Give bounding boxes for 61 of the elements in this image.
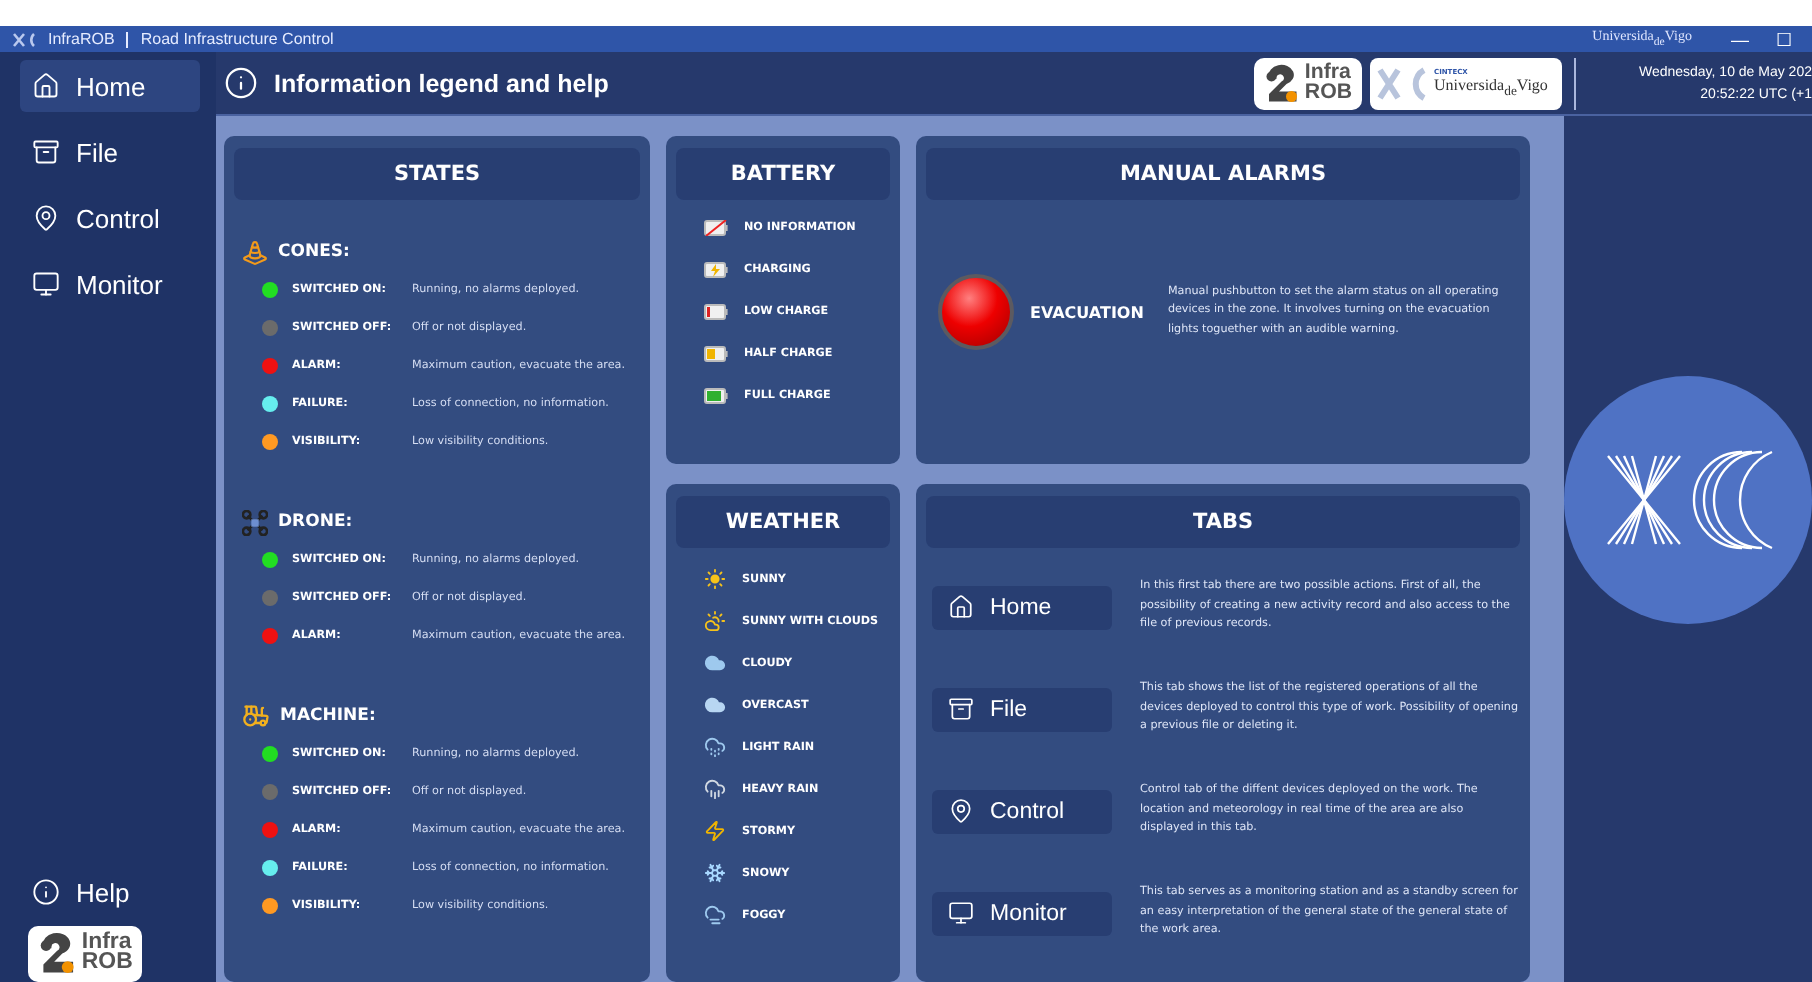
app-subtitle: Road Infrastructure Control — [140, 30, 334, 48]
circle-logo-icon — [1564, 375, 1812, 623]
group-title: CONES: — [278, 242, 350, 262]
rain-cloud-icon — [704, 736, 726, 758]
card-title: STATES — [234, 148, 640, 200]
maximize-button[interactable]: ☐ — [1768, 29, 1800, 49]
sidebar-item[interactable]: Home — [20, 60, 200, 112]
house-icon — [32, 72, 60, 100]
logo-mark-icon — [1263, 63, 1299, 103]
help-item[interactable]: Help — [20, 866, 200, 919]
battery-icon — [704, 219, 728, 235]
info-icon — [224, 66, 258, 100]
archive-icon — [948, 696, 974, 722]
fog-cloud-icon — [704, 904, 726, 926]
monitor-icon — [32, 270, 60, 298]
logo-mark-icon — [38, 932, 76, 976]
app-name: InfraROB — [48, 30, 115, 48]
minimize-button[interactable]: — — [1724, 29, 1756, 49]
card-title: BATTERY — [676, 148, 890, 200]
map-pin-icon — [32, 204, 60, 232]
cloud-icon — [704, 694, 726, 716]
card-title: TABS — [926, 496, 1520, 548]
map-pin-icon — [948, 798, 974, 824]
tab-button[interactable]: Control — [932, 789, 1112, 833]
tab-button[interactable]: File — [932, 687, 1112, 731]
logo-text: ROB — [81, 954, 133, 974]
tractor-icon — [242, 702, 270, 730]
logo-mark-icon — [1376, 65, 1428, 101]
app-logo-icon — [12, 31, 36, 47]
sun-icon — [704, 568, 726, 590]
sidebar-item[interactable]: Monitor — [20, 258, 200, 310]
tab-button[interactable]: Home — [932, 585, 1112, 629]
snowflake-icon — [704, 862, 726, 884]
logo-text: Infra — [1304, 64, 1352, 83]
page-title: Information legend and help — [274, 69, 609, 97]
rain-cloud-icon — [704, 778, 726, 800]
monitor-icon — [948, 900, 974, 926]
traffic-cone-icon — [242, 239, 268, 265]
button-label: EVACUATION — [1030, 303, 1144, 321]
logo-text: ROB — [1304, 83, 1352, 102]
evacuation-button[interactable] — [938, 274, 1014, 350]
lightning-icon — [704, 820, 726, 842]
card-title: MANUAL ALARMS — [926, 148, 1520, 200]
archive-icon — [32, 138, 60, 166]
cloud-icon — [704, 652, 726, 674]
sidebar-item[interactable]: File — [20, 126, 200, 178]
battery-icon — [704, 261, 728, 277]
cloud-sun-icon — [704, 610, 726, 632]
group-title: MACHINE: — [280, 706, 376, 726]
logo-text: Universida$_{de}$Vigo — [1434, 75, 1548, 99]
house-icon — [948, 594, 974, 620]
group-title: DRONE: — [278, 512, 353, 532]
tab-button[interactable]: Monitor — [932, 891, 1112, 935]
logo-text: Infra — [81, 934, 133, 955]
info-icon — [32, 878, 60, 907]
battery-icon — [704, 345, 728, 361]
drone-icon — [242, 509, 268, 535]
battery-icon — [704, 387, 728, 403]
battery-icon — [704, 303, 728, 319]
card-title: WEATHER — [676, 496, 890, 548]
sidebar-item[interactable]: Control — [20, 192, 200, 244]
